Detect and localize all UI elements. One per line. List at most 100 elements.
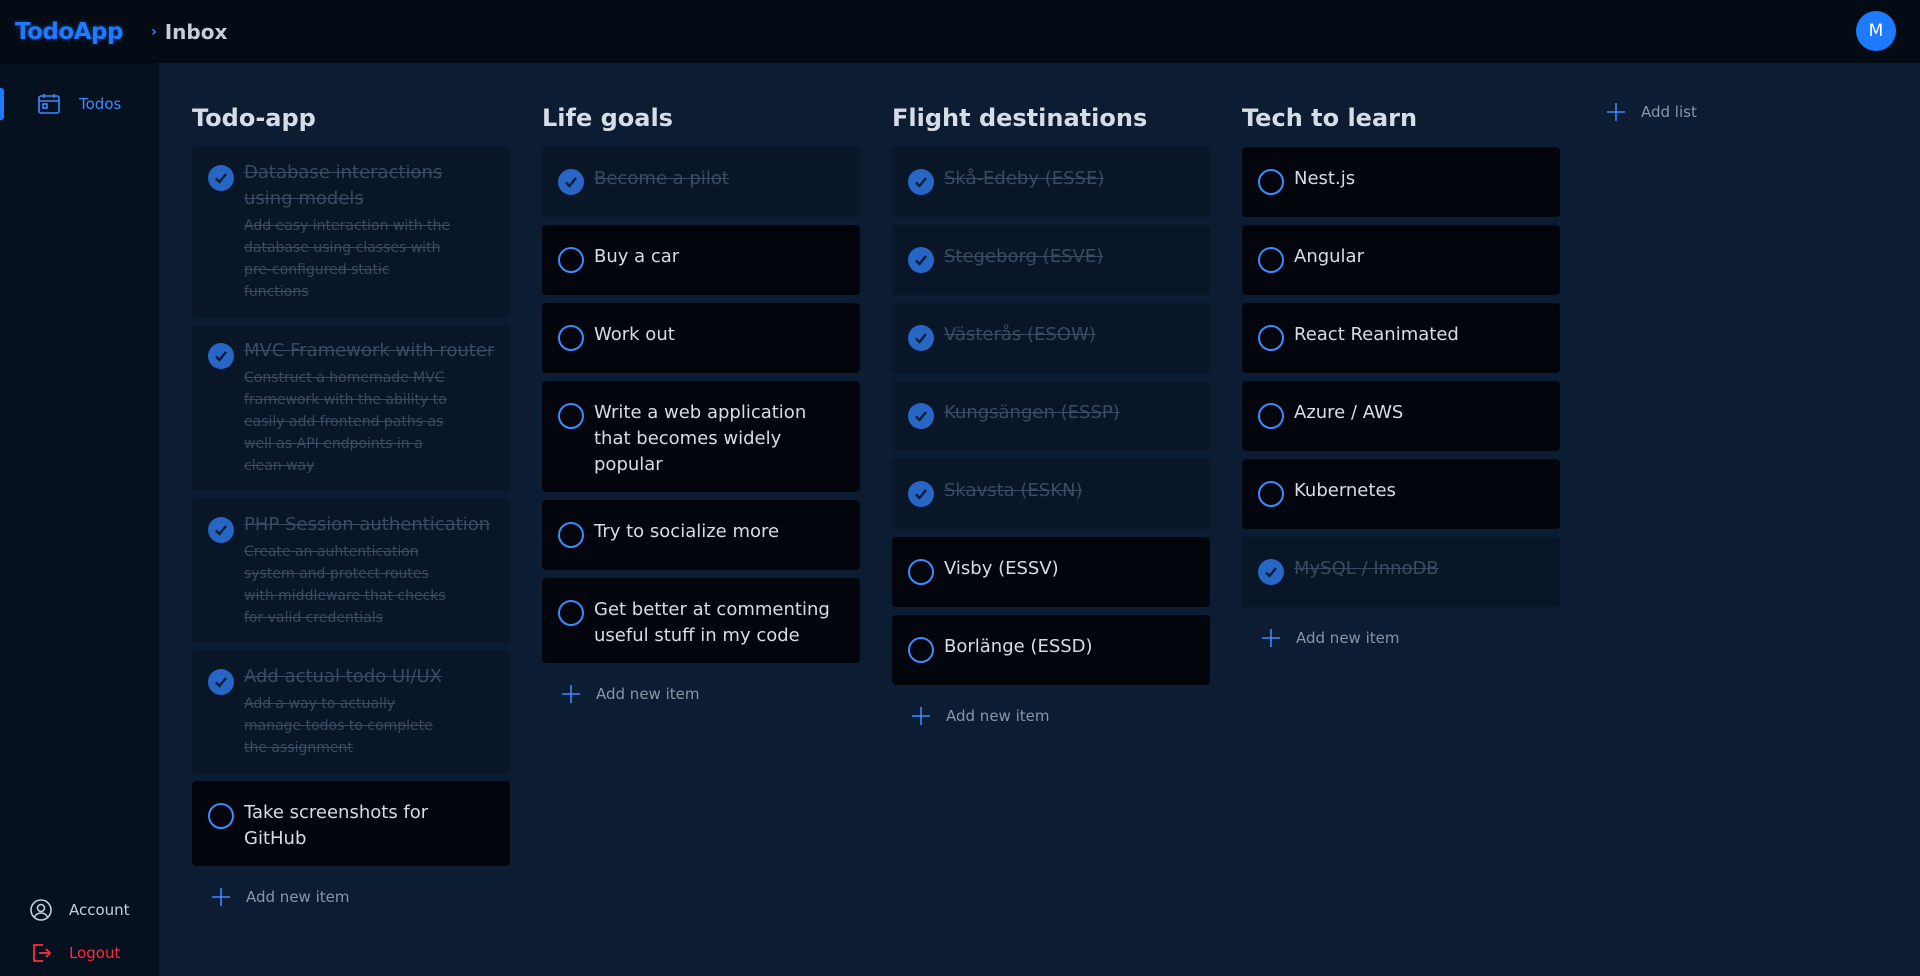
plus-icon (1262, 629, 1280, 647)
check-icon (915, 177, 927, 188)
checked-circle-icon[interactable] (208, 165, 234, 191)
add-item-label: Add new item (946, 707, 1050, 725)
todo-title: Add actual todo UI/UX (244, 666, 442, 687)
top-bar: TodoApp › Inbox M (0, 0, 1920, 63)
todo-item[interactable]: Kungsängen (ESSP) (892, 381, 1210, 451)
todo-item[interactable]: Skå-Edeby (ESSE) (892, 147, 1210, 217)
check-icon (565, 177, 577, 188)
todo-item[interactable]: Västerås (ESOW) (892, 303, 1210, 373)
plus-icon (912, 707, 930, 725)
todo-item[interactable]: Get better at commenting useful stuff in… (542, 578, 860, 663)
breadcrumb[interactable]: Inbox (165, 20, 228, 44)
app-logo[interactable]: TodoApp (15, 19, 123, 45)
plus-icon (1607, 103, 1625, 121)
todo-item[interactable]: Buy a car (542, 225, 860, 295)
todo-item[interactable]: MySQL / InnoDB (1242, 537, 1560, 607)
checked-circle-icon[interactable] (908, 481, 934, 507)
checked-circle-icon[interactable] (908, 169, 934, 195)
todo-item[interactable]: Kubernetes (1242, 459, 1560, 529)
todo-title: Skavsta (ESKN) (944, 480, 1083, 501)
add-item-button[interactable]: Add new item (910, 705, 1177, 727)
active-indicator (0, 88, 4, 120)
unchecked-circle-icon[interactable] (1258, 169, 1284, 195)
checked-circle-icon[interactable] (558, 169, 584, 195)
todo-list: Life goals Become a pilot Buy a car Work ou… (509, 63, 860, 705)
sidebar-item-account[interactable]: Account (29, 898, 130, 922)
todo-item[interactable]: Nest.js (1242, 147, 1560, 217)
checked-circle-icon[interactable] (208, 343, 234, 369)
add-item-button[interactable]: Add new item (210, 886, 477, 908)
todo-item[interactable]: Database interactions using models Add ea… (192, 147, 510, 317)
todo-title: Become a pilot (594, 168, 729, 189)
todo-title: Nest.js (1294, 168, 1356, 189)
unchecked-circle-icon[interactable] (558, 600, 584, 626)
todo-item[interactable]: Stegeborg (ESVE) (892, 225, 1210, 295)
todo-item[interactable]: PHP Session authentication Create an auht… (192, 499, 510, 643)
todo-list: Todo-app Database interactions using mode… (159, 63, 510, 908)
todo-item[interactable]: Take screenshots for GitHub (192, 781, 510, 866)
todo-description: Create an auhtentication system and prot… (244, 544, 446, 626)
plus-icon (562, 685, 580, 703)
sidebar-item-logout[interactable]: Logout (29, 941, 120, 965)
todo-item[interactable]: Azure / AWS (1242, 381, 1560, 451)
unchecked-circle-icon[interactable] (908, 559, 934, 585)
todo-title: Borlänge (ESSD) (944, 636, 1093, 657)
calendar-icon (38, 94, 60, 114)
breadcrumb-chevron-icon: › (150, 23, 157, 40)
add-item-label: Add new item (596, 685, 700, 703)
todo-title: PHP Session authentication (244, 514, 491, 535)
todo-item[interactable]: Skavsta (ESKN) (892, 459, 1210, 529)
check-icon (915, 489, 927, 500)
add-list-button[interactable]: Add list (1605, 101, 1697, 123)
checked-circle-icon[interactable] (1258, 559, 1284, 585)
todo-item[interactable]: Visby (ESSV) (892, 537, 1210, 607)
todo-title: Kungsängen (ESSP) (944, 402, 1120, 423)
todo-description: Construct a homemade MVC framework with … (244, 370, 447, 474)
todo-item[interactable]: Write a web application that becomes wid… (542, 381, 860, 492)
todo-title: MySQL / InnoDB (1294, 558, 1439, 579)
sidebar-item-todos[interactable]: Todos (37, 92, 121, 116)
todo-item[interactable]: Become a pilot (542, 147, 860, 217)
todo-item[interactable]: Work out (542, 303, 860, 373)
list-title[interactable]: Tech to learn (1209, 98, 1527, 138)
checked-circle-icon[interactable] (908, 325, 934, 351)
add-item-label: Add new item (246, 888, 350, 906)
unchecked-circle-icon[interactable] (1258, 247, 1284, 273)
add-item-button[interactable]: Add new item (560, 683, 827, 705)
unchecked-circle-icon[interactable] (1258, 325, 1284, 351)
todo-item[interactable]: Add actual todo UI/UX Add a way to actual… (192, 651, 510, 773)
checked-circle-icon[interactable] (208, 669, 234, 695)
check-icon (915, 255, 927, 266)
todo-item[interactable]: Angular (1242, 225, 1560, 295)
checked-circle-icon[interactable] (208, 517, 234, 543)
todo-item[interactable]: MVC Framework with router Construct a hom… (192, 325, 510, 491)
unchecked-circle-icon[interactable] (1258, 481, 1284, 507)
check-icon (915, 411, 927, 422)
avatar[interactable]: M (1856, 11, 1896, 51)
todo-title: React Reanimated (1294, 324, 1459, 345)
unchecked-circle-icon[interactable] (908, 637, 934, 663)
todo-title: Skå-Edeby (ESSE) (944, 168, 1105, 189)
list-title[interactable]: Flight destinations (859, 98, 1177, 138)
unchecked-circle-icon[interactable] (558, 403, 584, 429)
add-item-button[interactable]: Add new item (1260, 627, 1527, 649)
board: Todo-app Database interactions using mode… (159, 63, 1920, 976)
todo-description: Add a way to actually manage todos to co… (244, 696, 433, 756)
check-icon (915, 333, 927, 344)
list-title[interactable]: Life goals (509, 98, 827, 138)
sidebar-item-label: Todos (79, 95, 122, 113)
checked-circle-icon[interactable] (908, 403, 934, 429)
checked-circle-icon[interactable] (908, 247, 934, 273)
todo-item[interactable]: Try to socialize more (542, 500, 860, 570)
unchecked-circle-icon[interactable] (558, 522, 584, 548)
todo-description: Add easy interaction with the database u… (244, 218, 451, 300)
todo-title: MVC Framework with router (244, 340, 495, 361)
list-title[interactable]: Todo-app (159, 98, 477, 138)
unchecked-circle-icon[interactable] (558, 247, 584, 273)
unchecked-circle-icon[interactable] (208, 803, 234, 829)
todo-title: Take screenshots for GitHub (244, 802, 429, 849)
todo-item[interactable]: React Reanimated (1242, 303, 1560, 373)
unchecked-circle-icon[interactable] (1258, 403, 1284, 429)
todo-item[interactable]: Borlänge (ESSD) (892, 615, 1210, 685)
unchecked-circle-icon[interactable] (558, 325, 584, 351)
